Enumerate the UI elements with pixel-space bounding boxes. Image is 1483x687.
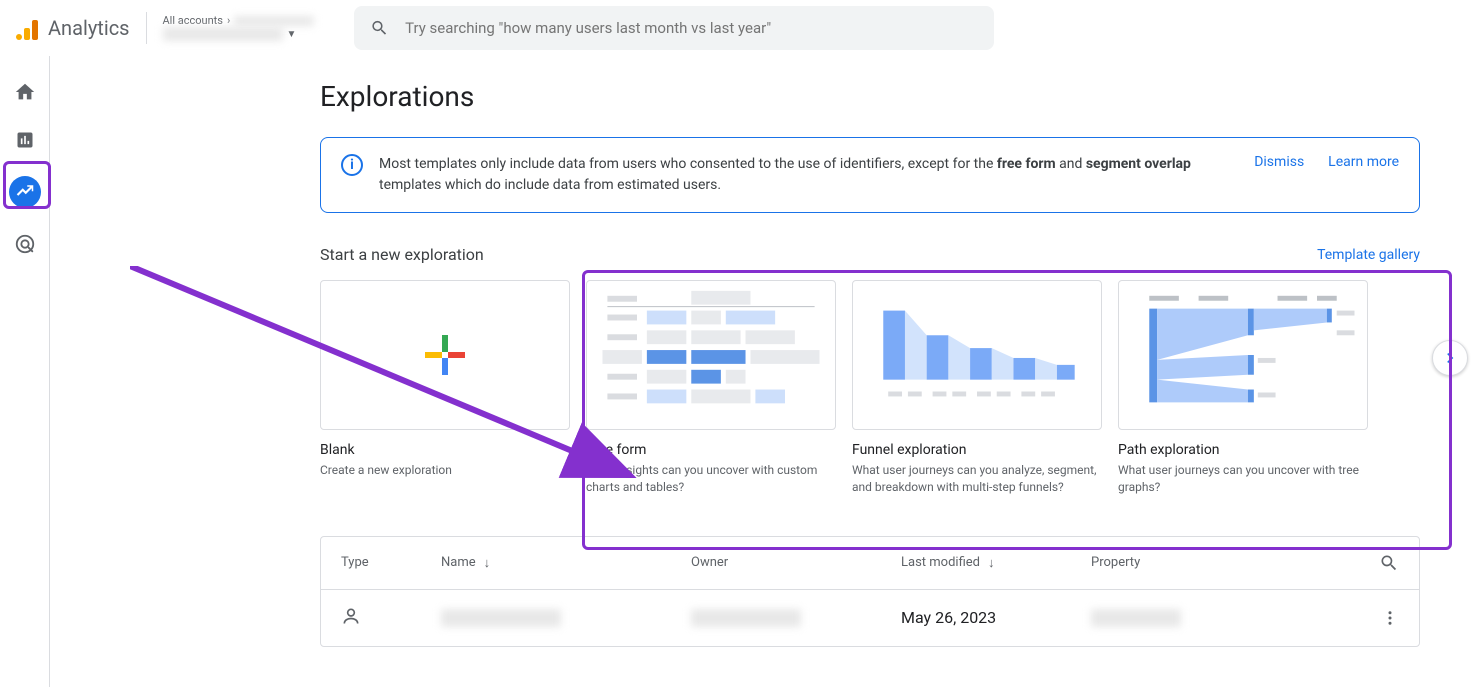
col-header-property[interactable]: Property — [1091, 555, 1351, 570]
table-row[interactable]: May 26, 2023 — [321, 590, 1419, 646]
name-redacted — [441, 609, 561, 627]
card-title: Funnel exploration — [852, 442, 1102, 458]
advertising-icon — [14, 233, 36, 255]
card-preview-path — [1118, 280, 1368, 430]
plus-icon — [425, 335, 465, 375]
nav-home[interactable] — [13, 80, 37, 104]
template-card-free-form[interactable]: Free form What insights can you uncover … — [586, 280, 836, 496]
owner-redacted — [691, 609, 801, 627]
card-title: Free form — [586, 442, 836, 458]
dismiss-button[interactable]: Dismiss — [1254, 154, 1304, 170]
col-header-name[interactable]: Name↓ — [441, 555, 691, 571]
dropdown-icon: ▼ — [287, 29, 297, 40]
header-divider — [146, 12, 147, 44]
col-header-owner[interactable]: Owner — [691, 555, 901, 570]
card-title: Blank — [320, 442, 570, 458]
template-gallery-link[interactable]: Template gallery — [1317, 247, 1420, 263]
home-icon — [14, 81, 36, 103]
app-header: Analytics All accounts › ▼ — [0, 0, 1483, 56]
search-icon — [370, 18, 389, 38]
chevron-right-icon: › — [227, 14, 230, 27]
card-desc: What user journeys can you uncover with … — [1118, 462, 1368, 496]
account-name-redacted — [234, 16, 314, 26]
nav-advertising[interactable] — [13, 232, 37, 256]
info-icon: i — [341, 154, 363, 176]
explorations-table: Type Name↓ Owner Last modified↓ Property… — [320, 536, 1420, 647]
property-name-redacted — [163, 27, 283, 41]
template-cards: Blank Create a new exploration — [320, 280, 1450, 496]
card-preview-blank — [320, 280, 570, 430]
col-header-modified[interactable]: Last modified↓ — [901, 555, 1091, 571]
analytics-logo-icon — [16, 16, 40, 40]
sort-down-icon: ↓ — [988, 555, 995, 571]
card-desc: Create a new exploration — [320, 462, 570, 479]
page-title: Explorations — [320, 80, 1483, 113]
product-logo[interactable]: Analytics — [16, 16, 130, 40]
side-navigation — [0, 56, 50, 687]
search-bar[interactable] — [354, 6, 994, 50]
sort-down-icon: ↓ — [484, 555, 491, 571]
cell-modified: May 26, 2023 — [901, 608, 1091, 627]
card-title: Path exploration — [1118, 442, 1368, 458]
template-card-path[interactable]: Path exploration What user journeys can … — [1118, 280, 1368, 496]
product-name: Analytics — [48, 16, 130, 40]
col-header-type[interactable]: Type — [341, 555, 441, 570]
template-card-blank[interactable]: Blank Create a new exploration — [320, 280, 570, 496]
search-input[interactable] — [405, 19, 978, 37]
nav-reports[interactable] — [13, 128, 37, 152]
chevron-right-icon — [1440, 348, 1460, 368]
person-icon — [341, 606, 361, 626]
more-vert-icon[interactable] — [1381, 609, 1399, 627]
property-redacted — [1091, 609, 1181, 627]
learn-more-link[interactable]: Learn more — [1328, 154, 1399, 170]
nav-explore[interactable] — [9, 176, 41, 208]
search-icon[interactable] — [1379, 553, 1399, 573]
banner-text: Most templates only include data from us… — [379, 154, 1238, 196]
table-header-row: Type Name↓ Owner Last modified↓ Property — [321, 537, 1419, 590]
explore-icon — [16, 183, 34, 201]
main-content: Explorations i Most templates only inclu… — [50, 56, 1483, 687]
card-preview-free-form — [586, 280, 836, 430]
info-banner: i Most templates only include data from … — [320, 137, 1420, 213]
section-title: Start a new exploration — [320, 245, 484, 264]
card-preview-funnel — [852, 280, 1102, 430]
card-desc: What user journeys can you analyze, segm… — [852, 462, 1102, 496]
template-card-funnel[interactable]: Funnel exploration What user journeys ca… — [852, 280, 1102, 496]
reports-icon — [15, 130, 35, 150]
carousel-next-button[interactable] — [1432, 340, 1468, 376]
account-label: All accounts — [163, 14, 223, 27]
account-selector[interactable]: All accounts › ▼ — [163, 14, 315, 41]
card-desc: What insights can you uncover with custo… — [586, 462, 836, 496]
